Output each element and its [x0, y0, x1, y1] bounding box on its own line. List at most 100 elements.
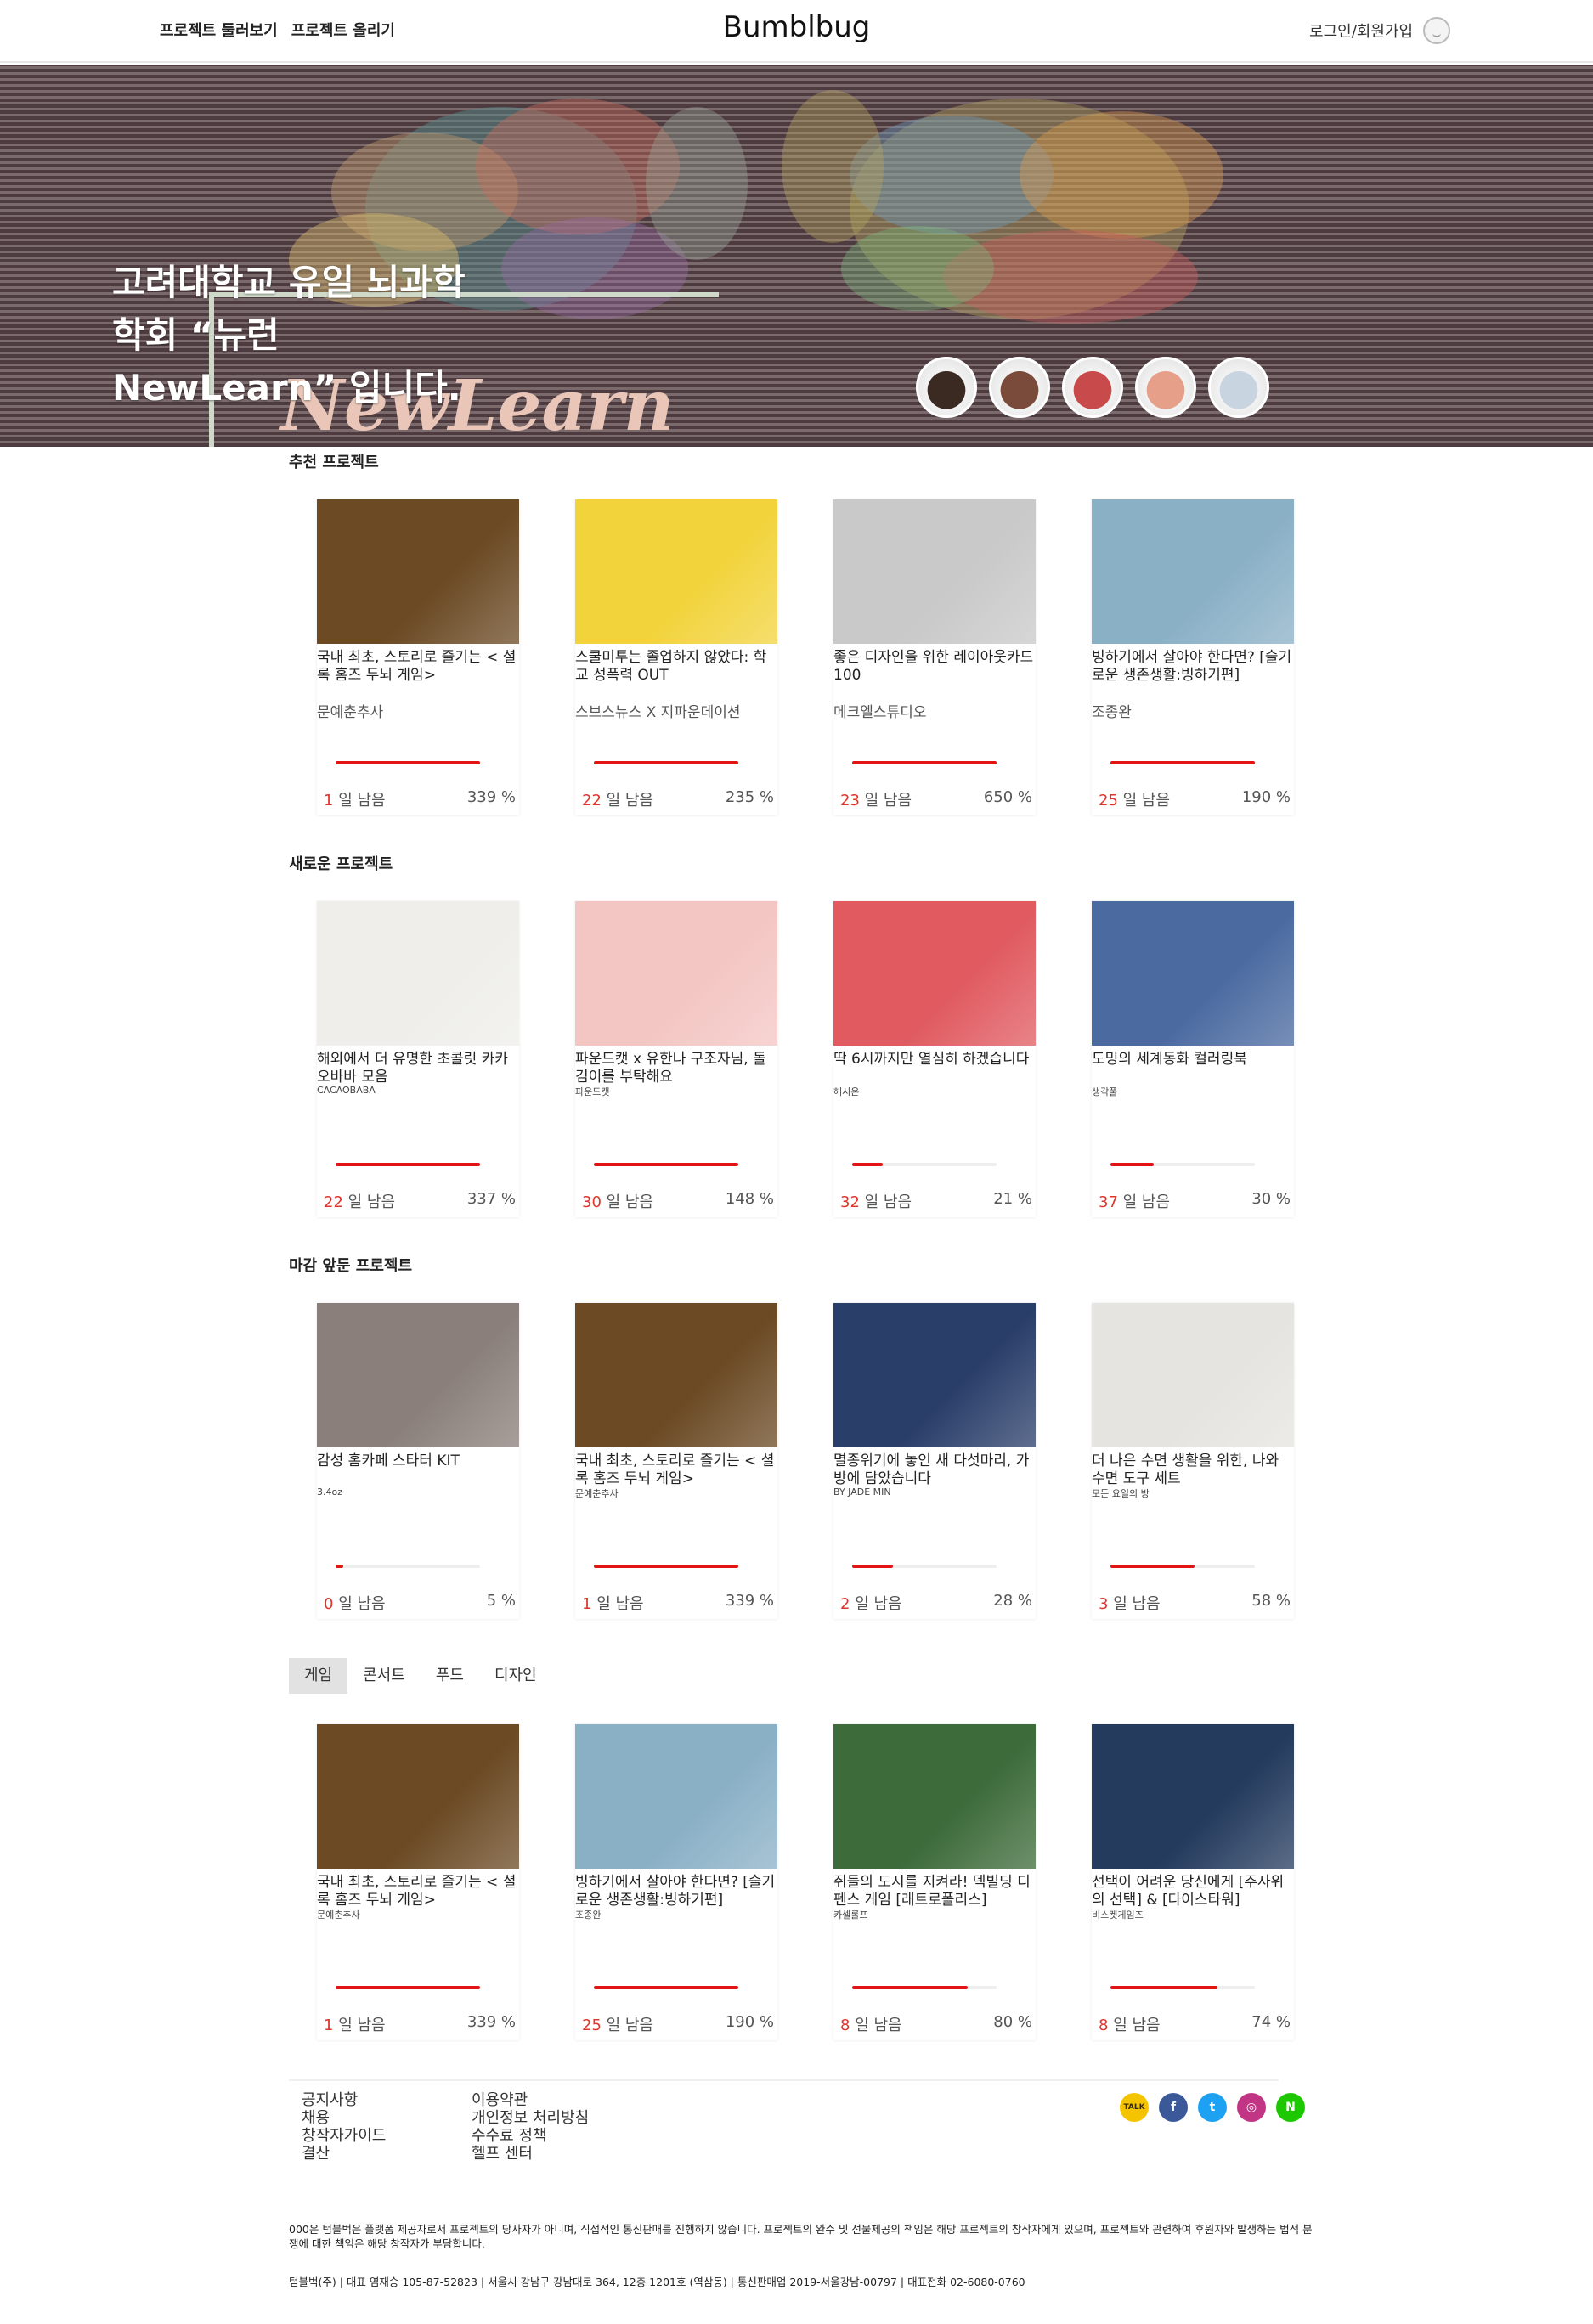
- footer-link[interactable]: 수수료 정책: [472, 2127, 589, 2145]
- funding-percent: 148 %: [725, 1190, 774, 1208]
- project-card[interactable]: 선택이 어려운 당신에게 [주사위의 선택] & [다이스타워] 비스켓게임즈 8 …: [1092, 1724, 1294, 2040]
- project-title[interactable]: 국내 최초, 스토리로 즐기는 < 셜록 홈즈 두뇌 게임>: [575, 1452, 777, 1488]
- footer-link[interactable]: 공지사항: [302, 2091, 386, 2109]
- project-image[interactable]: [833, 1724, 1036, 1869]
- login-signup-link[interactable]: 로그인/회원가입: [1309, 20, 1413, 42]
- project-image[interactable]: [1092, 1303, 1294, 1447]
- project-image[interactable]: [833, 901, 1036, 1046]
- footer-disclaimer: 000은 텀블벅은 플랫폼 제공자로서 프로젝트의 당사자가 아니며, 직접적인…: [289, 2223, 1313, 2250]
- footer-link[interactable]: 개인정보 처리방침: [472, 2109, 589, 2127]
- project-title[interactable]: 빙하기에서 살아야 한다면? [슬기로운 생존생활:빙하기편]: [1092, 649, 1294, 685]
- project-title[interactable]: 국내 최초, 스토리로 즐기는 < 셜록 홈즈 두뇌 게임>: [317, 649, 519, 685]
- project-image[interactable]: [1092, 901, 1294, 1046]
- project-card[interactable]: 국내 최초, 스토리로 즐기는 < 셜록 홈즈 두뇌 게임> 문예춘추사 1 일 남…: [575, 1303, 777, 1619]
- funding-progress-fill: [594, 761, 738, 764]
- footer-link[interactable]: 이용약관: [472, 2091, 589, 2109]
- funding-progress-bar: [1110, 1565, 1255, 1568]
- project-image[interactable]: [833, 499, 1036, 644]
- logo-text[interactable]: Bumblbug: [723, 10, 871, 44]
- project-title[interactable]: 선택이 어려운 당신에게 [주사위의 선택] & [다이스타워]: [1092, 1874, 1294, 1909]
- project-card[interactable]: 좋은 디자인을 위한 레이아웃카드100 메크엘스튜디오 23 일 남음 650 %: [833, 499, 1036, 815]
- days-left: 0 일 남음: [324, 1592, 386, 1614]
- hero-thumbnail[interactable]: [1135, 357, 1196, 418]
- funding-percent: 28 %: [993, 1592, 1032, 1610]
- hero-banner[interactable]: NewLearn 고려대학교 유일 뇌과학 학회 “뉴런 NewLearn” 입…: [0, 65, 1593, 447]
- project-image[interactable]: [575, 1724, 777, 1869]
- project-image[interactable]: [575, 499, 777, 644]
- hero-title-line1: 고려대학교 유일 뇌과학: [112, 262, 466, 303]
- funding-progress-bar: [594, 761, 738, 764]
- footer-link[interactable]: 창작자가이드: [302, 2127, 386, 2145]
- project-title[interactable]: 빙하기에서 살아야 한다면? [슬기로운 생존생활:빙하기편]: [575, 1874, 777, 1909]
- hero-thumbnail[interactable]: [989, 357, 1050, 418]
- project-card[interactable]: 해외에서 더 유명한 초콜릿 카카오바바 모음 CACAOBABA 22 일 남음 3…: [317, 901, 519, 1217]
- project-title[interactable]: 파운드캣 x 유한나 구조자님, 돌김이를 부탁해요: [575, 1051, 777, 1086]
- footer-link[interactable]: 헬프 센터: [472, 2145, 589, 2163]
- tab-category[interactable]: 디자인: [479, 1658, 552, 1694]
- tab-category[interactable]: 콘서트: [347, 1658, 421, 1694]
- tab-category[interactable]: 푸드: [421, 1658, 479, 1694]
- days-left-label: 일 남음: [864, 1193, 912, 1211]
- project-title[interactable]: 좋은 디자인을 위한 레이아웃카드100: [833, 649, 1036, 685]
- project-image[interactable]: [317, 1303, 519, 1447]
- project-card[interactable]: 쥐들의 도시를 지켜라! 덱빌딩 디펜스 게임 [래트로폴리스] 카셀롤프 8 일 …: [833, 1724, 1036, 2040]
- project-creator: 모든 요일의 방: [1092, 1488, 1150, 1499]
- project-card[interactable]: 빙하기에서 살아야 한다면? [슬기로운 생존생활:빙하기편] 조종완 25 일 남…: [1092, 499, 1294, 815]
- funding-percent: 30 %: [1251, 1190, 1291, 1208]
- twitter-icon[interactable]: t: [1198, 2093, 1227, 2122]
- project-card[interactable]: 도밍의 세계동화 컬러링북 생각풀 37 일 남음 30 %: [1092, 901, 1294, 1217]
- project-card[interactable]: 파운드캣 x 유한나 구조자님, 돌김이를 부탁해요 파운드캣 30 일 남음 148…: [575, 901, 777, 1217]
- project-image[interactable]: [833, 1303, 1036, 1447]
- days-left-number: 2: [840, 1595, 850, 1613]
- project-image[interactable]: [575, 901, 777, 1046]
- project-title[interactable]: 감성 홈카페 스타터 KIT: [317, 1452, 519, 1470]
- funding-progress-bar: [1110, 761, 1255, 764]
- funding-percent: 21 %: [993, 1190, 1032, 1208]
- funding-percent: 80 %: [993, 2013, 1032, 2031]
- hero-thumbnail[interactable]: [1208, 357, 1269, 418]
- project-image[interactable]: [575, 1303, 777, 1447]
- hero-thumbnail[interactable]: [916, 357, 977, 418]
- avatar-icon[interactable]: [1423, 17, 1450, 44]
- days-left-label: 일 남음: [338, 792, 386, 809]
- project-card[interactable]: 멸종위기에 놓인 새 다섯마리, 가방에 담았습니다 BY JADE MIN 2 일…: [833, 1303, 1036, 1619]
- project-title[interactable]: 멸종위기에 놓인 새 다섯마리, 가방에 담았습니다: [833, 1452, 1036, 1488]
- project-image[interactable]: [1092, 1724, 1294, 1869]
- project-image[interactable]: [317, 499, 519, 644]
- project-image[interactable]: [317, 1724, 519, 1869]
- project-creator: 스브스뉴스 X 지파운데이션: [575, 704, 741, 721]
- footer-link[interactable]: 결산: [302, 2145, 386, 2163]
- days-left-label: 일 남음: [606, 792, 654, 809]
- project-card[interactable]: 딱 6시까지만 열심히 하겠습니다 해시온 32 일 남음 21 %: [833, 901, 1036, 1217]
- project-card[interactable]: 국내 최초, 스토리로 즐기는 < 셜록 홈즈 두뇌 게임> 문예춘추사 1 일 남…: [317, 499, 519, 815]
- project-title[interactable]: 딱 6시까지만 열심히 하겠습니다: [833, 1051, 1036, 1069]
- facebook-icon[interactable]: f: [1159, 2093, 1188, 2122]
- project-image[interactable]: [1092, 499, 1294, 644]
- project-title[interactable]: 해외에서 더 유명한 초콜릿 카카오바바 모음: [317, 1051, 519, 1086]
- project-card[interactable]: 스쿨미투는 졸업하지 않았다: 학교 성폭력 OUT 스브스뉴스 X 지파운데이션…: [575, 499, 777, 815]
- project-title[interactable]: 쥐들의 도시를 지켜라! 덱빌딩 디펜스 게임 [래트로폴리스]: [833, 1874, 1036, 1909]
- project-title[interactable]: 더 나은 수면 생활을 위한, 나와 수면 도구 세트: [1092, 1452, 1294, 1488]
- project-creator: 메크엘스튜디오: [833, 704, 927, 721]
- project-card[interactable]: 감성 홈카페 스타터 KIT 3.4oz 0 일 남음 5 %: [317, 1303, 519, 1619]
- project-card[interactable]: 빙하기에서 살아야 한다면? [슬기로운 생존생활:빙하기편] 조종완 25 일 남…: [575, 1724, 777, 2040]
- project-title[interactable]: 국내 최초, 스토리로 즐기는 < 셜록 홈즈 두뇌 게임>: [317, 1874, 519, 1909]
- project-title[interactable]: 스쿨미투는 졸업하지 않았다: 학교 성폭력 OUT: [575, 649, 777, 685]
- project-card[interactable]: 더 나은 수면 생활을 위한, 나와 수면 도구 세트 모든 요일의 방 3 일 남…: [1092, 1303, 1294, 1619]
- days-left-number: 3: [1099, 1595, 1109, 1613]
- tab-category[interactable]: 게임: [289, 1658, 348, 1694]
- project-card[interactable]: 국내 최초, 스토리로 즐기는 < 셜록 홈즈 두뇌 게임> 문예춘추사 1 일 남…: [317, 1724, 519, 2040]
- kakaotalk-icon[interactable]: TALK: [1120, 2093, 1149, 2122]
- days-left-number: 25: [582, 2017, 602, 2034]
- project-creator: BY JADE MIN: [833, 1486, 891, 1498]
- instagram-icon[interactable]: ◎: [1237, 2093, 1266, 2122]
- footer-link[interactable]: 채용: [302, 2109, 386, 2127]
- days-left-label: 일 남음: [606, 2017, 654, 2034]
- days-left-label: 일 남음: [596, 1595, 644, 1613]
- hero-thumbnail[interactable]: [1062, 357, 1123, 418]
- project-title[interactable]: 도밍의 세계동화 컬러링북: [1092, 1051, 1294, 1069]
- company-info: 텀블벅(주) | 대표 염재승 105-87-52823 | 서울시 강남구 강…: [289, 2276, 1025, 2288]
- days-left-number: 1: [324, 2017, 334, 2034]
- naver-icon[interactable]: N: [1276, 2093, 1305, 2122]
- project-image[interactable]: [317, 901, 519, 1046]
